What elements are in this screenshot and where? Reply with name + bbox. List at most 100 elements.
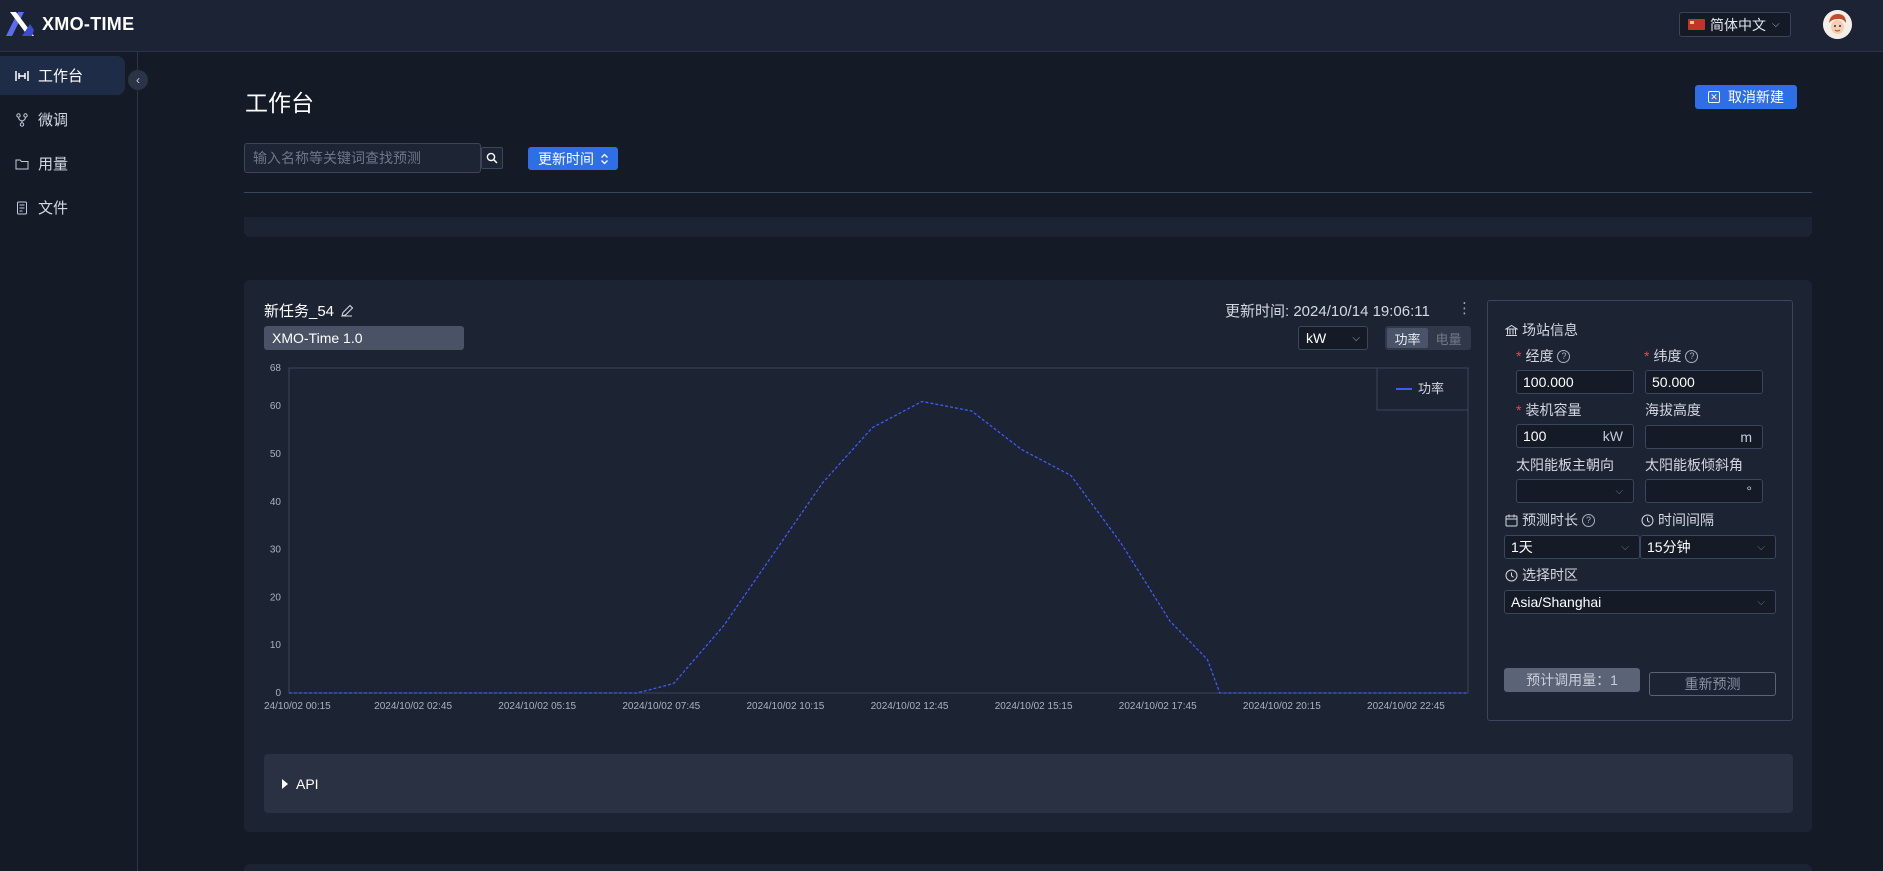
interval-label-text: 时间间隔 [1658,512,1714,528]
y-tick-label: 60 [270,401,282,412]
x-tick-label: 2024/10/02 22:45 [1367,701,1445,712]
previous-card-bottom [244,217,1812,237]
language-select[interactable]: 简体中文 ⌵ [1679,12,1791,37]
update-time: 更新时间: 2024/10/14 19:06:11 [1225,303,1430,320]
y-tick-label: 50 [270,449,282,460]
longitude-input[interactable]: 100.000 [1516,370,1634,394]
plot-area [288,367,1469,694]
logo-icon [6,12,34,36]
search-input[interactable] [244,143,481,173]
tilt-input[interactable]: ° [1645,479,1763,503]
page-title: 工作台 [245,90,314,116]
top-bar: XMO-TIME 简体中文 ⌵ [0,0,1883,52]
task-name: 新任务_54 [264,303,335,320]
tilt-label: 太阳能板倾斜角 [1645,455,1743,475]
unit-select[interactable]: kW ⌵ [1298,326,1368,350]
sort-by-update-time-button[interactable]: 更新时间 [528,147,618,170]
x-tick-label: 2024/10/02 17:45 [1119,701,1197,712]
tilt-unit: ° [1746,483,1752,499]
latitude-label-text: 纬度 [1653,348,1682,364]
horizon-value: 1天 [1511,539,1533,555]
fork-icon [15,112,29,127]
repredict-button[interactable]: 重新预测 [1649,672,1776,696]
divider [244,192,1812,193]
x-tick-label: 2024/10/02 20:15 [1243,701,1321,712]
chevron-down-icon: ⌵ [1757,596,1765,608]
chevron-left-icon: ‹ [136,73,140,87]
bank-icon [1505,324,1518,336]
power-tab[interactable]: 功率 [1387,328,1428,348]
latitude-input[interactable]: 50.000 [1645,370,1763,394]
power-energy-toggle: 功率 电量 [1385,326,1471,350]
orientation-select[interactable]: ⌵ [1516,479,1634,503]
energy-tab[interactable]: 电量 [1428,328,1469,348]
capacity-input[interactable]: 100 kW [1516,424,1634,448]
interval-label: 时间间隔 [1641,510,1714,530]
x-tick-label: 2024/10/02 12:45 [871,701,949,712]
altitude-label-text: 海拔高度 [1645,402,1701,418]
avatar-icon [1823,10,1852,39]
sidebar-item-label: 文件 [38,200,69,217]
latitude-label: * 纬度? [1644,346,1699,366]
timezone-select[interactable]: Asia/Shanghai ⌵ [1504,590,1776,614]
document-icon [15,201,29,215]
altitude-label: 海拔高度 [1645,400,1701,420]
language-label: 简体中文 [1710,16,1766,33]
orientation-label-text: 太阳能板主朝向 [1516,457,1614,473]
longitude-label: * 经度? [1516,346,1571,366]
sidebar-collapse-button[interactable]: ‹ [128,70,148,90]
task-title: 新任务_54 [264,300,354,321]
app-logo[interactable]: XMO-TIME [4,10,134,38]
horizon-label-text: 预测时长 [1522,512,1578,528]
sidebar-item-finetune[interactable]: 微调 [0,100,125,139]
sidebar-item-usage[interactable]: 用量 [0,144,125,183]
capacity-value: 100 [1523,428,1547,444]
model-tag: XMO-Time 1.0 [264,326,464,350]
folder-icon [15,157,29,171]
cancel-new-button[interactable]: ✕ 取消新建 [1695,85,1797,109]
x-tick-label: 24/10/02 00:15 [264,701,331,712]
y-tick-label: 68 [270,363,282,374]
x-tick-label: 2024/10/02 05:15 [498,701,576,712]
y-tick-label: 10 [270,640,282,651]
chevron-down-icon: ⌵ [1621,541,1629,553]
x-tick-label: 2024/10/02 07:45 [622,701,700,712]
timezone-label-text: 选择时区 [1522,567,1578,583]
y-tick-label: 30 [270,545,282,556]
sidebar-item-files[interactable]: 文件 [0,188,125,227]
capacity-label-text: 装机容量 [1525,402,1582,418]
y-tick-label: 0 [275,688,281,699]
interval-select[interactable]: 15分钟 ⌵ [1640,535,1776,559]
user-avatar[interactable] [1823,10,1852,39]
next-task-card [244,864,1812,871]
unit-value: kW [1306,330,1327,346]
timezone-value: Asia/Shanghai [1511,594,1602,610]
tilt-label-text: 太阳能板倾斜角 [1645,457,1743,473]
more-options-icon[interactable]: ⋮ [1457,299,1472,317]
api-collapsible[interactable]: API [264,754,1793,813]
altitude-unit: m [1740,429,1752,445]
x-tick-label: 2024/10/02 15:15 [995,701,1073,712]
horizon-select[interactable]: 1天 ⌵ [1504,535,1640,559]
help-icon[interactable]: ? [1582,513,1595,527]
latitude-value: 50.000 [1652,374,1695,390]
sidebar-item-workbench[interactable]: 工作台 [0,56,125,95]
cancel-new-label: 取消新建 [1728,89,1784,105]
help-icon[interactable]: ? [1685,349,1699,363]
interval-value: 15分钟 [1647,539,1691,555]
capacity-unit: kW [1602,428,1623,444]
x-tick-label: 2024/10/02 02:45 [374,701,452,712]
station-info-heading: 场站信息 [1505,320,1578,340]
legend-label: 功率 [1418,381,1444,396]
edit-pencil-icon[interactable] [340,304,354,318]
search-button[interactable] [481,147,503,169]
altitude-input[interactable]: m [1645,425,1763,449]
power-forecast-chart: 0 10 20 30 40 50 60 68 24/10/02 00:15 2024/10/02 … [264,363,1469,712]
api-label: API [296,775,319,792]
chevron-down-icon: ⌵ [1615,485,1623,497]
help-icon[interactable]: ? [1557,349,1571,363]
close-square-icon: ✕ [1708,91,1720,103]
capacity-label: * 装机容量 [1516,402,1582,418]
sidebar-item-label: 用量 [38,156,69,173]
timezone-label: 选择时区 [1505,565,1578,585]
